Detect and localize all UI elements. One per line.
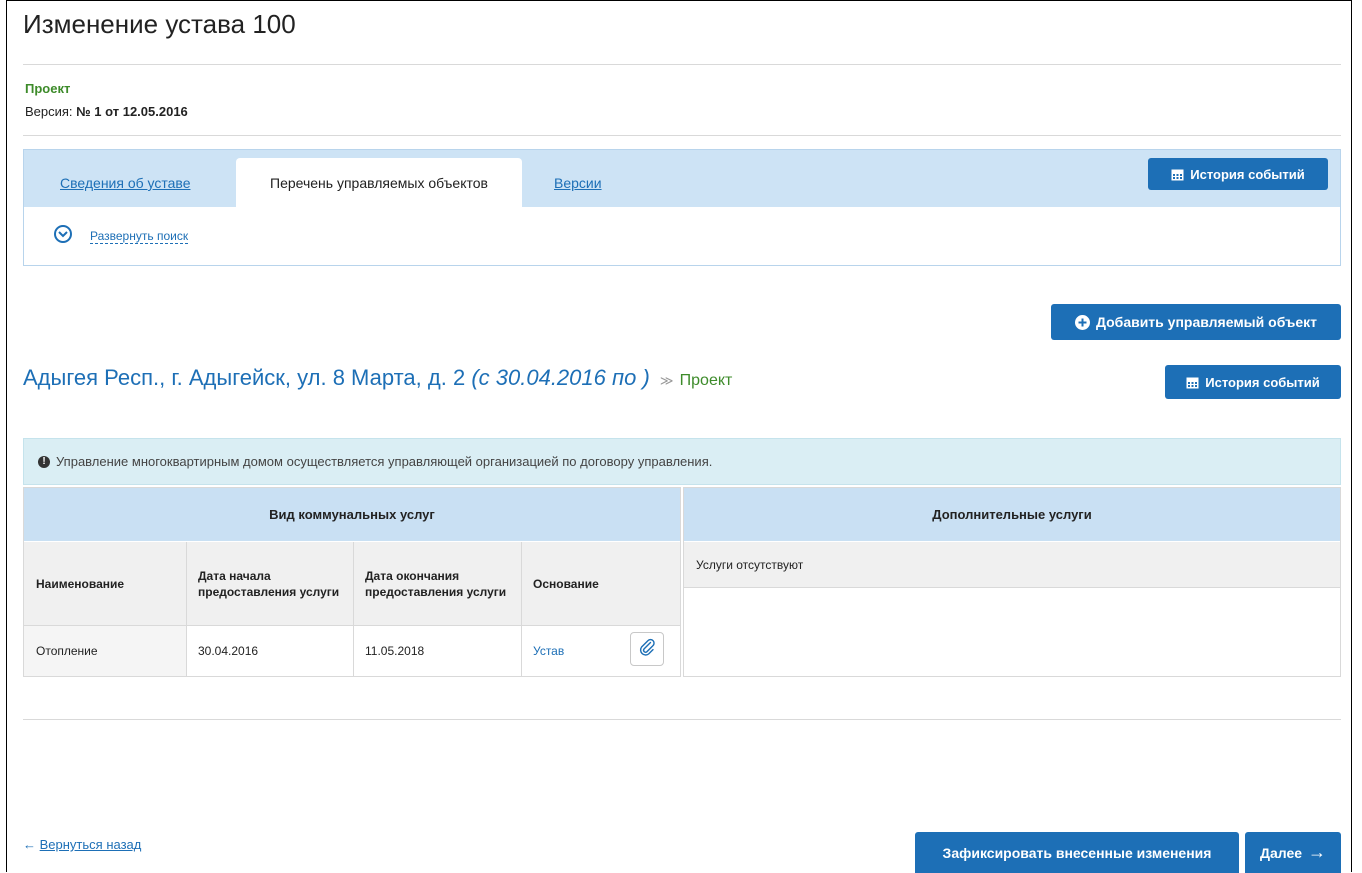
object-history-button[interactable]: История событий (1165, 365, 1341, 399)
object-title: Адыгея Респ., г. Адыгейск, ул. 8 Марта, … (23, 365, 732, 391)
tab-panel: Сведения об уставе Перечень управляемых … (23, 149, 1341, 266)
expand-search-link[interactable]: Развернуть поиск (90, 229, 189, 244)
divider (23, 719, 1341, 720)
additional-services-header: Дополнительные услуги (684, 488, 1340, 541)
column-header-start-date: Дата начала предоставления услуги (186, 542, 353, 625)
arrow-right-icon: → (1308, 842, 1327, 862)
column-divider (521, 542, 522, 676)
additional-services-table: Дополнительные услуги Услуги отсутствуют (683, 487, 1341, 677)
tab-charter-info[interactable]: Сведения об уставе (60, 175, 191, 191)
tab-versions[interactable]: Версии (554, 175, 602, 191)
cell-service-name: Отопление (24, 625, 186, 676)
tab-managed-objects[interactable]: Перечень управляемых объектов (236, 158, 522, 207)
info-text: Управление многоквартирным домом осущест… (56, 454, 713, 469)
page-frame: Изменение устава 100 Проект Версия: № 1 … (6, 0, 1352, 873)
chevron-down-icon[interactable] (54, 225, 72, 243)
object-period: (с 30.04.2016 по ) (471, 365, 650, 390)
commit-changes-button[interactable]: Зафиксировать внесенные изменения (915, 832, 1239, 873)
calendar-icon (1171, 168, 1184, 181)
search-panel: Развернуть поиск (24, 207, 1340, 265)
add-object-label: Добавить управляемый объект (1095, 314, 1318, 330)
column-divider (186, 542, 187, 676)
empty-services-text: Услуги отсутствуют (684, 542, 1340, 588)
version-info: Версия: № 1 от 12.05.2016 (25, 104, 188, 119)
object-status: Проект (679, 372, 733, 389)
calendar-icon (1186, 376, 1199, 389)
utility-services-table: Вид коммунальных услуг Наименование Дата… (23, 487, 681, 677)
plus-circle-icon (1074, 314, 1090, 330)
arrow-left-icon: ← (23, 837, 36, 852)
column-divider (353, 542, 354, 676)
column-header-end-date: Дата окончания предоставления услуги (353, 542, 521, 625)
add-managed-object-button[interactable]: Добавить управляемый объект (1051, 304, 1341, 340)
history-button[interactable]: История событий (1148, 158, 1328, 190)
paperclip-icon (638, 638, 656, 661)
version-label: Версия: (25, 104, 73, 119)
info-icon: ! (38, 455, 50, 468)
attachment-button[interactable] (630, 632, 664, 666)
divider (23, 64, 1341, 65)
info-banner: ! Управление многоквартирным домом осуще… (23, 438, 1341, 485)
divider (23, 135, 1341, 136)
chevron-double-down-icon[interactable]: ≫ (660, 373, 674, 388)
status-badge: Проект (25, 81, 71, 96)
page-title: Изменение устава 100 (23, 9, 296, 39)
utility-services-header: Вид коммунальных услуг (24, 488, 680, 541)
history-button-label: История событий (1190, 166, 1305, 182)
version-value: № 1 от 12.05.2016 (76, 104, 188, 119)
cell-end-date: 11.05.2018 (353, 625, 521, 676)
next-button[interactable]: Далее → (1245, 832, 1341, 873)
object-history-label: История событий (1205, 374, 1320, 390)
cell-start-date: 30.04.2016 (186, 625, 353, 676)
object-address: Адыгея Респ., г. Адыгейск, ул. 8 Марта, … (23, 365, 466, 390)
column-header-basis: Основание (521, 542, 680, 625)
back-link[interactable]: ← Вернуться назад (23, 837, 141, 852)
basis-link[interactable]: Устав (533, 644, 564, 658)
back-link-label: Вернуться назад (39, 837, 142, 852)
column-header-name: Наименование (24, 542, 186, 625)
next-button-label: Далее (1259, 844, 1303, 861)
